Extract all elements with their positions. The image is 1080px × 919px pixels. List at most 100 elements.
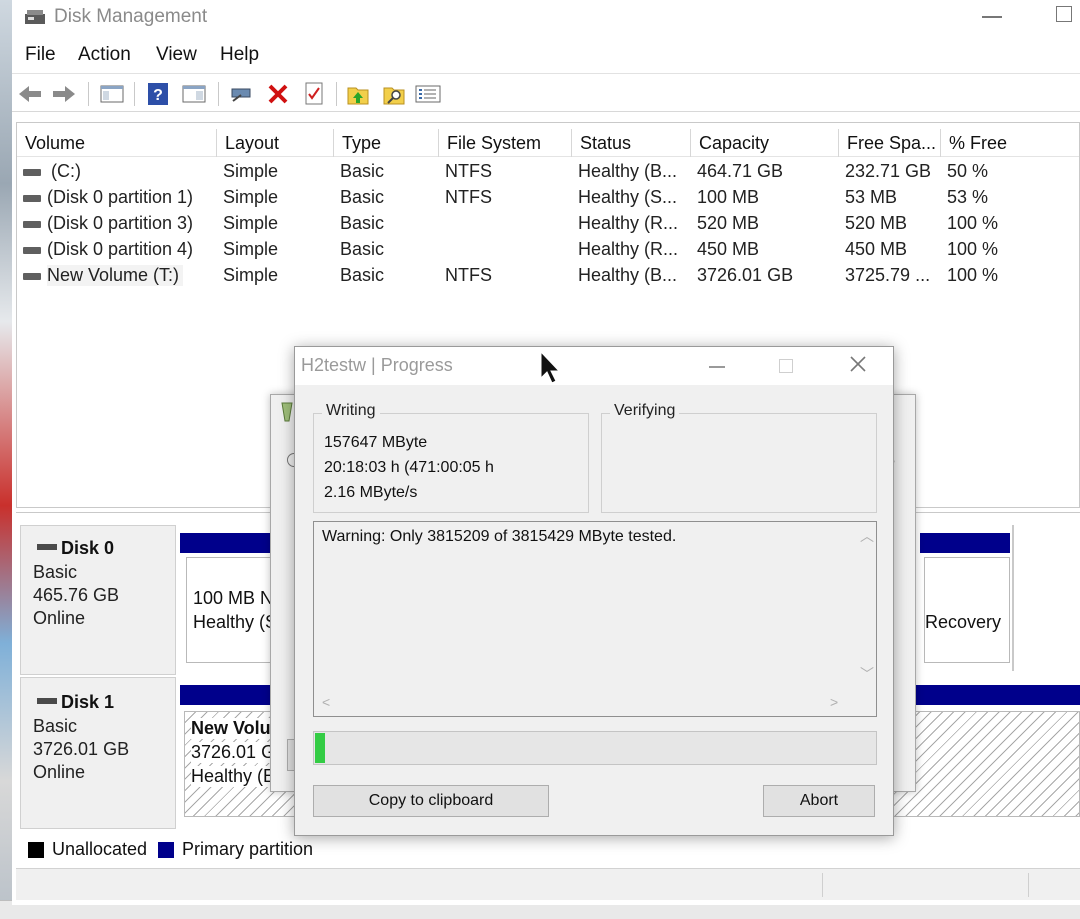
disk-size: 3726.01 GB [33,739,130,759]
refresh-icon[interactable] [344,80,372,108]
disk-management-app-icon [25,10,45,24]
drive-icon [23,195,41,202]
cell-percent-free: 100 % [947,265,999,285]
drive-icon [23,221,41,228]
table-row[interactable]: (C:) Simple Basic NTFS Healthy (B... 464… [17,159,1079,185]
partition-bar [920,533,1010,553]
cell-capacity: 464.71 GB [697,161,784,181]
disk-1-label[interactable]: Disk 1 Basic 3726.01 GB Online [20,677,176,829]
log-output[interactable]: Warning: Only 3815209 of 3815429 MByte t… [313,521,877,717]
console-tree-icon[interactable] [98,80,126,108]
menu-view[interactable]: View [156,44,197,66]
disk-type: Basic [33,562,78,582]
volume-list-header: Volume Layout Type File System Status Ca… [17,129,1079,157]
rescan-icon[interactable] [380,80,408,108]
cell-file-system: NTFS [445,161,492,181]
column-free-space[interactable]: Free Spa... [839,129,941,157]
cell-status: Healthy (B... [578,265,678,285]
cell-capacity: 3726.01 GB [697,265,794,285]
cell-file-system: NTFS [445,265,492,285]
written-amount: 157647 MByte [324,434,428,451]
desktop-background [0,0,12,919]
disk-state: Online [33,762,86,782]
list-icon[interactable] [414,80,442,108]
partition-disk0-recovery[interactable]: Recovery [924,557,1010,663]
menu-bar: File Action View Help [12,36,1080,74]
properties-icon[interactable] [300,80,328,108]
scroll-up-icon[interactable]: ︿ [860,526,874,546]
disk-icon [37,544,57,550]
column-type[interactable]: Type [334,129,439,157]
status-bar [16,868,1080,900]
drive-icon [23,247,41,254]
cell-percent-free: 53 % [947,187,989,207]
scroll-left-icon[interactable]: < [322,694,330,710]
primary-partition-swatch [158,842,174,858]
column-layout[interactable]: Layout [217,129,334,157]
cell-layout: Simple [223,213,279,233]
column-capacity[interactable]: Capacity [691,129,839,157]
toolbar-separator [88,82,89,106]
help-icon[interactable]: ? [144,80,172,108]
cell-type: Basic [340,265,385,285]
table-row[interactable]: (Disk 0 partition 3) Simple Basic Health… [17,211,1079,237]
dialog-maximize-button[interactable] [779,359,793,373]
scroll-right-icon[interactable]: > [830,694,838,710]
warning-message: Warning: Only 3815209 of 3815429 MByte t… [322,528,677,545]
window-title: Disk Management [54,6,208,27]
toolbar-separator [134,82,135,106]
partition-disk0-system[interactable]: 100 MB N Healthy (S [186,557,282,663]
disk-0-label[interactable]: Disk 0 Basic 465.76 GB Online [20,525,176,675]
maximize-button[interactable] [1056,6,1072,22]
drive-icon [23,169,41,176]
column-percent-free[interactable]: % Free [941,129,1079,157]
unallocated-swatch [28,842,44,858]
minimize-button[interactable] [982,16,1002,18]
legend: Unallocated Primary partition [16,836,1080,866]
vertical-scrollbar[interactable]: ︿ ﹀ [856,522,876,688]
dialog-minimize-button[interactable] [709,366,725,368]
disk-type: Basic [33,716,78,736]
column-status[interactable]: Status [572,129,691,157]
copy-to-clipboard-button[interactable]: Copy to clipboard [313,785,549,817]
table-row[interactable]: New Volume (T:) Simple Basic NTFS Health… [17,263,1079,289]
abort-button[interactable]: Abort [763,785,875,817]
column-file-system[interactable]: File System [439,129,572,157]
close-icon[interactable] [847,353,869,375]
cell-status: Healthy (S... [578,187,678,207]
cell-type: Basic [340,239,385,259]
drive-icon [23,273,41,280]
cell-layout: Simple [223,239,279,259]
show-pane-icon[interactable] [180,80,208,108]
menu-file[interactable]: File [25,44,56,66]
table-row[interactable]: (Disk 0 partition 4) Simple Basic Health… [17,237,1079,263]
back-icon[interactable] [16,80,44,108]
cell-type: Basic [340,187,385,207]
partition-status: Healthy (S [193,612,278,632]
column-volume[interactable]: Volume [17,129,217,157]
cell-type: Basic [340,161,385,181]
horizontal-scrollbar[interactable]: < > [314,688,856,716]
cell-status: Healthy (B... [578,161,678,181]
cell-free-space: 53 MB [845,187,898,207]
cell-free-space: 232.71 GB [845,161,932,181]
connect-icon[interactable] [228,80,256,108]
progress-fill [315,733,325,763]
cell-layout: Simple [223,161,279,181]
disk-state: Online [33,608,86,628]
disk-size: 465.76 GB [33,585,120,605]
cell-volume: (Disk 0 partition 3) [47,213,194,233]
menu-action[interactable]: Action [78,44,131,66]
cell-capacity: 100 MB [697,187,760,207]
cell-free-space: 3725.79 ... [845,265,931,285]
table-row[interactable]: (Disk 0 partition 1) Simple Basic NTFS H… [17,185,1079,211]
scroll-down-icon[interactable]: ﹀ [860,664,874,684]
forward-icon[interactable] [50,80,78,108]
partition-label: 100 MB N [193,588,274,608]
menu-help[interactable]: Help [220,44,259,66]
dialog-title-bar: H2testw | Progress [295,347,893,385]
writing-label: Writing [322,402,380,420]
delete-icon[interactable] [264,80,292,108]
verifying-group: Verifying [601,402,877,513]
write-speed: 2.16 MByte/s [324,484,418,501]
